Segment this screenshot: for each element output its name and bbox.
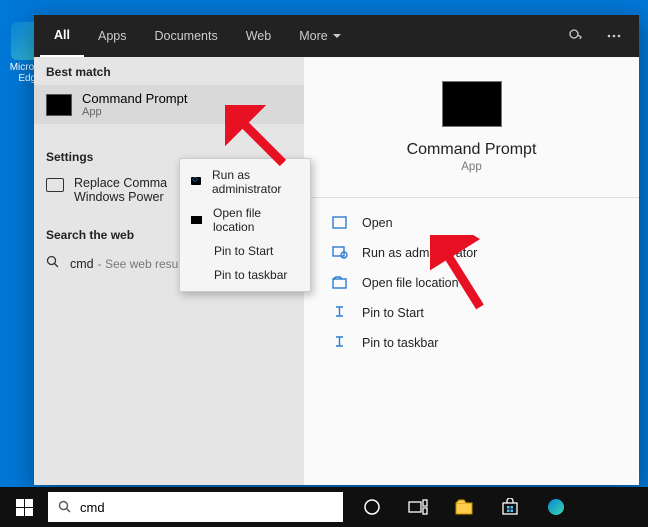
web-sub: - See web results	[98, 257, 191, 271]
taskbar-edge[interactable]	[533, 487, 579, 527]
results-right-pane: Command Prompt App Open Run as administr…	[304, 57, 639, 485]
best-match-subtitle: App	[82, 106, 187, 118]
monitor-icon	[46, 178, 64, 192]
action-open[interactable]: Open	[328, 208, 615, 238]
web-term: cmd	[70, 257, 94, 271]
action-list: Open Run as administrator Open file loca…	[328, 208, 615, 358]
best-match-title: Command Prompt	[82, 91, 187, 106]
ctx-pin-to-start[interactable]: Pin to Start	[180, 239, 310, 263]
action-open-file-location[interactable]: Open file location	[328, 268, 615, 298]
results-left-pane: Best match Command Prompt App Settings R…	[34, 57, 304, 485]
pin-start-icon	[190, 244, 206, 258]
preview-thumb-icon	[442, 81, 502, 127]
action-pin-to-start[interactable]: Pin to Start	[328, 298, 615, 328]
preview-title: Command Prompt	[328, 141, 615, 159]
start-search-panel: All Apps Documents Web More Best match C…	[34, 15, 639, 485]
divider	[304, 197, 639, 198]
tab-web[interactable]: Web	[232, 15, 285, 57]
options-icon[interactable]	[595, 15, 633, 57]
open-icon	[330, 215, 350, 231]
settings-item-label: Replace CommaWindows Power	[74, 176, 167, 204]
taskbar-explorer[interactable]	[441, 487, 487, 527]
tab-documents[interactable]: Documents	[140, 15, 231, 57]
tab-apps[interactable]: Apps	[84, 15, 141, 57]
pin-start-icon	[330, 305, 350, 321]
preview-subtitle: App	[328, 161, 615, 173]
folder-icon	[330, 275, 350, 291]
tab-more[interactable]: More	[285, 15, 354, 57]
start-button[interactable]	[0, 487, 48, 527]
best-match-item[interactable]: Command Prompt App	[34, 85, 304, 124]
pin-taskbar-icon	[190, 268, 206, 282]
action-run-as-admin[interactable]: Run as administrator	[328, 238, 615, 268]
search-icon	[46, 255, 60, 272]
folder-icon	[190, 213, 205, 227]
tab-all[interactable]: All	[40, 15, 84, 57]
taskbar-taskview[interactable]	[395, 487, 441, 527]
action-pin-to-taskbar[interactable]: Pin to taskbar	[328, 328, 615, 358]
cmd-thumb-icon	[46, 94, 72, 116]
ctx-open-file-location[interactable]: Open file location	[180, 201, 310, 239]
feedback-icon[interactable]	[557, 15, 595, 57]
ctx-pin-to-taskbar[interactable]: Pin to taskbar	[180, 263, 310, 287]
context-menu: Run as administrator Open file location …	[179, 158, 311, 292]
taskbar-store[interactable]	[487, 487, 533, 527]
taskbar-search[interactable]	[48, 492, 343, 522]
search-icon	[58, 500, 72, 514]
shield-icon	[330, 245, 350, 261]
windows-logo-icon	[16, 499, 33, 516]
taskbar	[0, 487, 648, 527]
taskbar-cortana[interactable]	[349, 487, 395, 527]
shield-icon	[190, 175, 204, 189]
search-input[interactable]	[80, 500, 333, 515]
best-match-heading: Best match	[34, 57, 304, 85]
ctx-run-as-admin[interactable]: Run as administrator	[180, 163, 310, 201]
pin-taskbar-icon	[330, 335, 350, 351]
search-tabs: All Apps Documents Web More	[34, 15, 639, 57]
